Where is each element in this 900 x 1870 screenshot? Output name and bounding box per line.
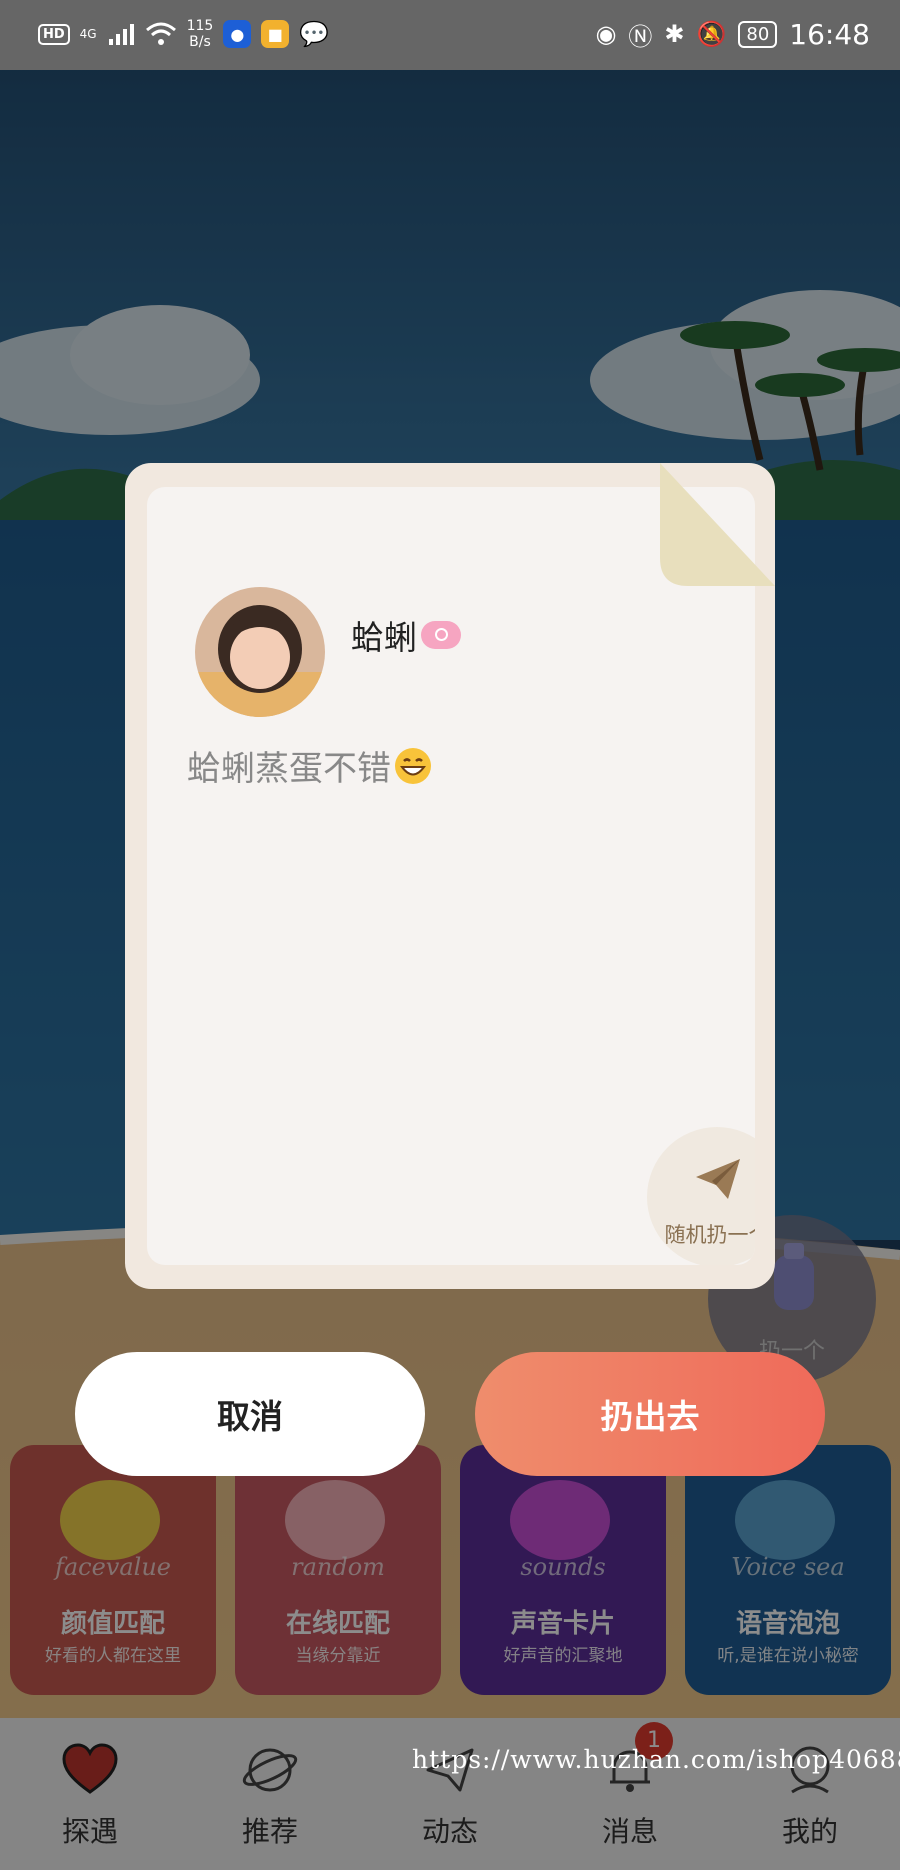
battery-indicator: 80 bbox=[738, 20, 778, 48]
bottle-message: 蛤蜊蒸蛋不错 bbox=[187, 741, 433, 790]
message-text: 蛤蜊蒸蛋不错 bbox=[187, 749, 391, 789]
letter-paper: 蛤蜊 蛤蜊蒸蛋不错 随机扔一个 bbox=[147, 487, 755, 1265]
cancel-button[interactable]: 取消 bbox=[75, 1352, 425, 1476]
clock: 16:48 bbox=[789, 17, 870, 51]
throw-out-button[interactable]: 扔出去 bbox=[475, 1352, 825, 1476]
mute-bell-icon: 🔕 bbox=[696, 20, 727, 48]
nfc-icon: Ⓝ bbox=[628, 22, 653, 51]
wifi-icon bbox=[145, 22, 176, 45]
avatar-image bbox=[195, 587, 325, 717]
user-tag-badge bbox=[421, 621, 461, 649]
status-bar: HD 4G 115 B/s ● ■ 💬 ◉ Ⓝ ✱ 🔕 80 16:48 bbox=[0, 0, 900, 70]
username: 蛤蜊 bbox=[351, 611, 461, 659]
chat-bubble-icon: 💬 bbox=[299, 20, 330, 48]
grin-emoji-icon bbox=[395, 747, 431, 784]
folder-app-icon: ■ bbox=[261, 20, 290, 48]
avatar[interactable] bbox=[195, 587, 325, 717]
signal-icon bbox=[108, 24, 134, 45]
paper-plane-icon bbox=[696, 1159, 740, 1199]
random-throw-label: 随机扔一个 bbox=[664, 1223, 756, 1247]
hd-icon: HD bbox=[38, 23, 70, 45]
network-speed: 115 B/s bbox=[186, 18, 214, 50]
username-text: 蛤蜊 bbox=[351, 618, 417, 657]
bottle-dialog: 蛤蜊 蛤蜊蒸蛋不错 随机扔一个 bbox=[125, 463, 775, 1289]
bluetooth-icon: ✱ bbox=[664, 20, 685, 48]
watermark-text: https://www.huzhan.com/ishop40688 bbox=[412, 1745, 900, 1774]
random-throw-button[interactable]: 随机扔一个 bbox=[647, 1127, 755, 1265]
network-type: 4G bbox=[79, 27, 97, 41]
eye-icon: ◉ bbox=[595, 20, 617, 48]
bulb-app-icon: ● bbox=[223, 20, 252, 48]
page-fold-corner bbox=[660, 463, 775, 586]
